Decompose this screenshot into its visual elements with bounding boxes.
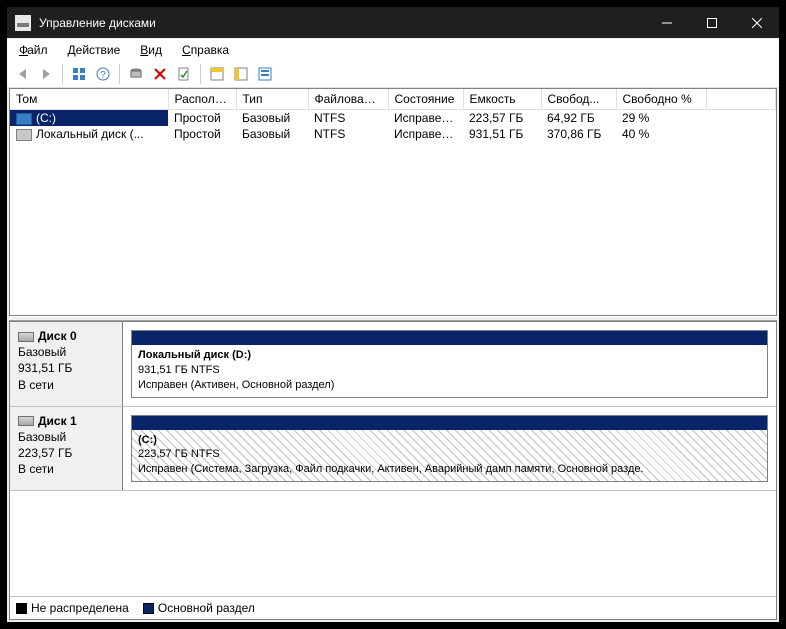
separator [200,64,201,84]
help-button[interactable]: ? [92,63,114,85]
col-fs[interactable]: Файловая с... [308,89,388,110]
refresh-button[interactable] [68,63,90,85]
swatch-primary-icon [143,603,154,614]
view-b-button[interactable] [230,63,252,85]
menu-file-label: Файлайл [27,43,47,57]
partition-title: Локальный диск (D:) [138,348,761,363]
disk-map-scroll[interactable]: Диск 0 Базовый 931,51 ГБ В сети Локальны… [10,322,776,596]
table-row[interactable]: (C:) Простой Базовый NTFS Исправен... 22… [10,110,776,127]
partition-box[interactable]: Локальный диск (D:) 931,51 ГБ NTFS Испра… [131,330,768,398]
close-button[interactable] [734,7,779,38]
col-status[interactable]: Состояние [388,89,463,110]
partition-header [132,416,767,430]
legend: Не распределена Основной раздел [10,596,776,619]
legend-unalloc: Не распределена [16,601,129,615]
sheet-check-icon [177,67,191,81]
action-button[interactable] [125,63,147,85]
partition-header [132,331,767,345]
nav-forward-button[interactable] [35,63,57,85]
col-capacity[interactable]: Емкость [463,89,541,110]
titlebar[interactable]: Управление дисками [7,7,779,38]
volume-icon [16,113,32,125]
col-volume[interactable]: Том [10,89,168,110]
volume-name: (C:) [36,111,56,125]
volume-icon [16,129,32,141]
menu-help[interactable]: Справка [174,41,237,59]
window-title: Управление дисками [39,16,644,30]
view-a-button[interactable] [206,63,228,85]
minimize-button[interactable] [644,7,689,38]
x-icon [153,67,167,81]
swatch-unalloc-icon [16,603,27,614]
toolbar: ? [7,61,779,88]
disk-icon [18,332,34,342]
col-layout[interactable]: Располо... [168,89,236,110]
partition-size: 931,51 ГБ NTFS [138,363,761,378]
window: Управление дисками ФФайлайл Действие Вид… [6,6,780,623]
menu-view[interactable]: Вид [132,41,170,59]
content-area: Том Располо... Тип Файловая с... Состоян… [7,88,779,622]
disk-mgmt-icon [15,15,31,31]
legend-primary: Основной раздел [143,601,255,615]
partition-status: Исправен (Активен, Основной раздел) [138,378,761,393]
col-freepct[interactable]: Свободно % [616,89,706,110]
layout-a-icon [210,67,224,81]
volume-table: Том Располо... Тип Файловая с... Состоян… [10,89,776,142]
delete-button[interactable] [149,63,171,85]
help-icon: ? [96,67,110,81]
separator [62,64,63,84]
cylinder-icon [129,67,143,81]
disk-icon [18,416,34,426]
nav-back-button[interactable] [11,63,33,85]
menu-action[interactable]: Действие [60,41,129,59]
partition-status: Исправен (Система, Загрузка, Файл подкач… [138,462,761,477]
disk-name: Диск 0 [38,329,77,343]
maximize-button[interactable] [689,7,734,38]
disk-region-area: (C:) 223,57 ГБ NTFS Исправен (Система, З… [123,407,776,491]
disk-row[interactable]: Диск 0 Базовый 931,51 ГБ В сети Локальны… [10,322,776,407]
layout-c-icon [258,67,272,81]
spacer [10,491,776,521]
grid-icon [72,67,86,81]
volume-name: Локальный диск (... [36,127,144,141]
disk-map-panel: Диск 0 Базовый 931,51 ГБ В сети Локальны… [9,321,777,620]
col-spacer [706,89,776,110]
menubar: ФФайлайл Действие Вид Справка [7,38,779,61]
partition-box[interactable]: (C:) 223,57 ГБ NTFS Исправен (Система, З… [131,415,768,483]
separator [119,64,120,84]
col-free[interactable]: Свобод... [541,89,616,110]
disk-row[interactable]: Диск 1 Базовый 223,57 ГБ В сети (C:) 223… [10,407,776,492]
disk-info: Диск 1 Базовый 223,57 ГБ В сети [10,407,123,491]
partition-size: 223,57 ГБ NTFS [138,447,761,462]
partition-title: (C:) [138,433,761,448]
volume-list-panel[interactable]: Том Располо... Тип Файловая с... Состоян… [9,88,777,316]
props-button[interactable] [173,63,195,85]
menu-file[interactable]: ФФайлайл [11,41,56,59]
disk-name: Диск 1 [38,414,77,428]
layout-b-icon [234,67,248,81]
table-row[interactable]: Локальный диск (... Простой Базовый NTFS… [10,126,776,142]
svg-text:?: ? [100,70,106,81]
col-type[interactable]: Тип [236,89,308,110]
disk-region-area: Локальный диск (D:) 931,51 ГБ NTFS Испра… [123,322,776,406]
view-c-button[interactable] [254,63,276,85]
disk-info: Диск 0 Базовый 931,51 ГБ В сети [10,322,123,406]
